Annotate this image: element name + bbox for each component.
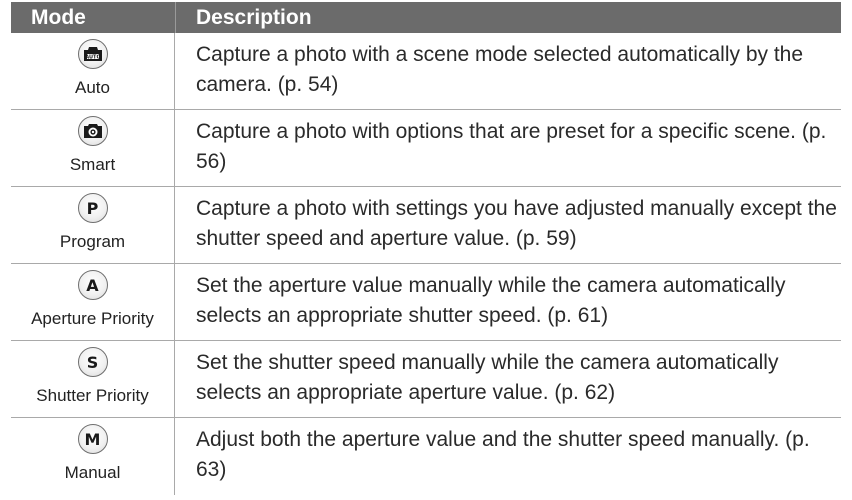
mode-cell: M Manual (11, 418, 175, 495)
svg-text:AUTO: AUTO (85, 55, 100, 61)
mode-name: Program (59, 232, 126, 251)
mode-name: Aperture Priority (31, 309, 154, 328)
mode-description: Capture a photo with a scene mode select… (196, 43, 804, 96)
mode-description: Capture a photo with options that are pr… (196, 120, 827, 173)
shutter-priority-mode-icon: S (77, 347, 108, 377)
table-row: AUTO Auto Capture a photo with a scene m… (11, 33, 841, 110)
table-row: S Shutter Priority Set the shutter speed… (11, 341, 841, 418)
manual-mode-icon: M (77, 424, 108, 454)
auto-mode-icon: AUTO (77, 39, 108, 69)
mode-name: Shutter Priority (36, 386, 149, 405)
smart-mode-icon (77, 116, 108, 146)
mode-name: Manual (64, 463, 121, 482)
mode-description: Set the shutter speed manually while the… (196, 351, 779, 404)
header-mode: Mode (31, 6, 86, 29)
mode-table: Mode Description AUTO Auto Capture a pho… (11, 2, 841, 495)
mode-name: Smart (69, 155, 116, 174)
table-row: A Aperture Priority Set the aperture val… (11, 264, 841, 341)
table-header: Mode Description (11, 2, 841, 33)
mode-cell: P Program (11, 187, 175, 263)
mode-cell: Smart (11, 110, 175, 186)
table-row: Smart Capture a photo with options that … (11, 110, 841, 187)
mode-description: Set the aperture value manually while th… (196, 274, 786, 327)
mode-description: Adjust both the aperture value and the s… (196, 428, 810, 481)
aperture-priority-mode-icon: A (77, 270, 108, 300)
mode-description: Capture a photo with settings you have a… (196, 197, 837, 250)
program-mode-icon: P (77, 193, 108, 223)
header-description: Description (175, 2, 841, 33)
mode-name: Auto (75, 78, 110, 97)
table-row: P Program Capture a photo with settings … (11, 187, 841, 264)
mode-cell: AUTO Auto (11, 33, 175, 109)
mode-cell: A Aperture Priority (11, 264, 175, 340)
mode-cell: S Shutter Priority (11, 341, 175, 417)
table-row: M Manual Adjust both the aperture value … (11, 418, 841, 495)
